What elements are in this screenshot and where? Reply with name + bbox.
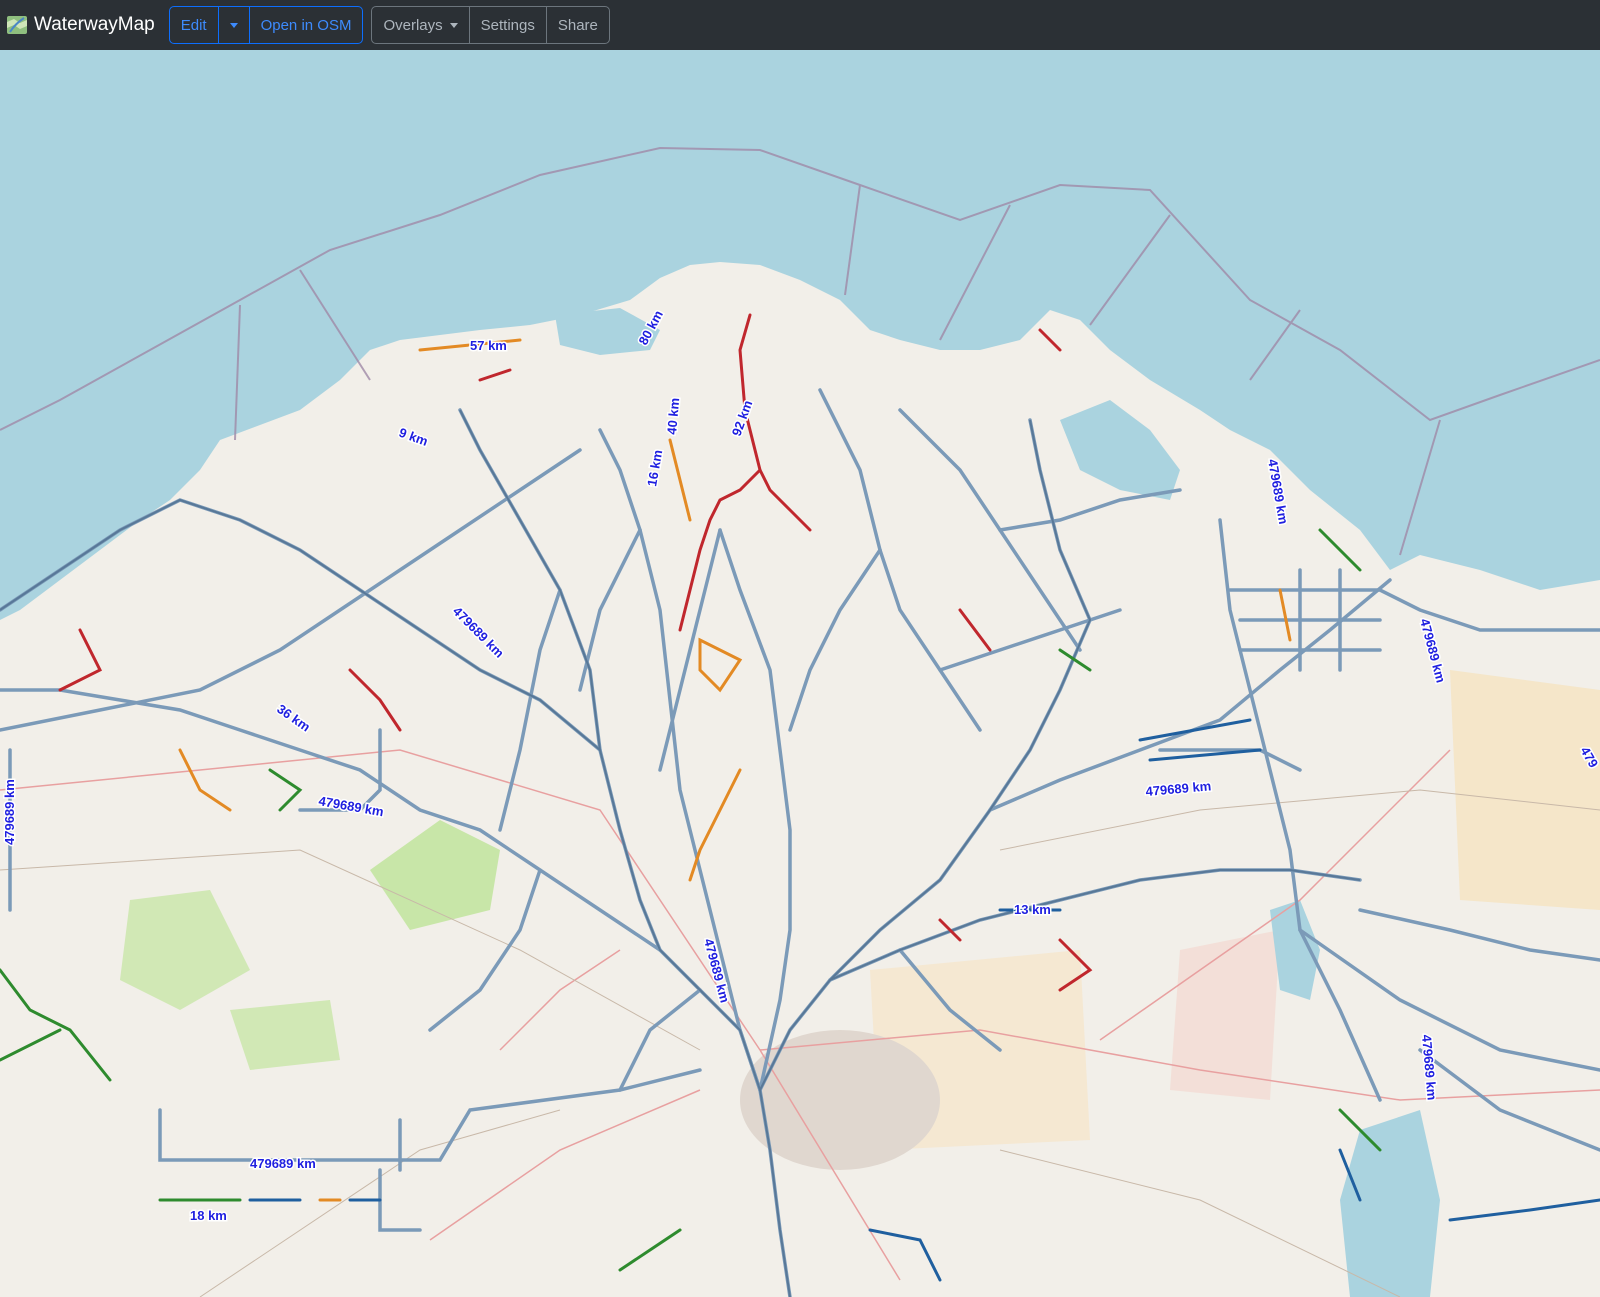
edit-button-group: Edit Open in OSM xyxy=(168,6,364,44)
map-svg[interactable]: 57 km 80 km 92 km 16 km 40 km 9 km 47968… xyxy=(0,50,1600,1297)
map-label: 18 km xyxy=(190,1208,227,1223)
overlays-label: Overlays xyxy=(383,16,443,34)
share-button[interactable]: Share xyxy=(547,7,609,43)
map-logo-icon xyxy=(7,16,27,34)
map-label: 40 km xyxy=(664,397,682,435)
chevron-down-icon xyxy=(229,22,238,28)
map-label: 479689 km xyxy=(2,779,17,845)
edit-dropdown-toggle[interactable] xyxy=(219,7,250,43)
farm-area xyxy=(230,1000,340,1070)
view-button-group: Overlays Settings Share xyxy=(371,6,610,44)
chevron-down-icon xyxy=(449,22,458,28)
desert-area xyxy=(1450,670,1600,910)
navbar: WaterwayMap Edit Open in OSM Overlays Se… xyxy=(0,0,1600,50)
brand[interactable]: WaterwayMap xyxy=(6,14,155,36)
brand-name: WaterwayMap xyxy=(34,14,155,35)
overlays-button[interactable]: Overlays xyxy=(372,7,470,43)
open-in-osm-button[interactable]: Open in OSM xyxy=(250,7,363,43)
settings-button[interactable]: Settings xyxy=(470,7,547,43)
map-label: 13 km xyxy=(1014,902,1051,917)
edit-button[interactable]: Edit xyxy=(170,7,219,43)
map-canvas[interactable]: 57 km 80 km 92 km 16 km 40 km 9 km 47968… xyxy=(0,50,1600,1297)
map-label: 479689 km xyxy=(250,1156,316,1171)
map-label: 57 km xyxy=(470,338,507,353)
